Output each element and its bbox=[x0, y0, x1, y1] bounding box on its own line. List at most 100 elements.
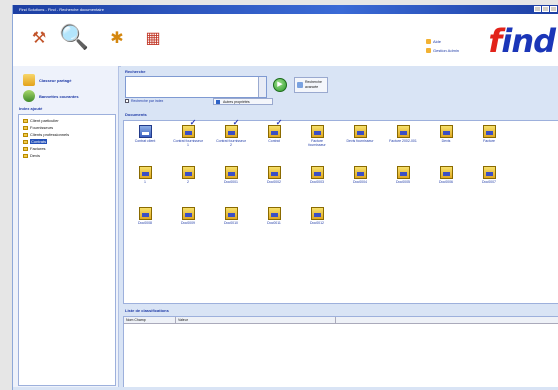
index-search-checkbox[interactable]: Recherche par index bbox=[125, 99, 163, 103]
document-item[interactable]: Contrat fournisseur 1 bbox=[173, 121, 203, 147]
document-item[interactable]: Doc0005 bbox=[388, 166, 418, 184]
toolbar: ⚒ 🔍 ✱ ▦ Aide Gestion Admin find bbox=[13, 14, 558, 67]
puzzle-icon[interactable]: ✱ bbox=[107, 28, 127, 48]
app-window: Find Solutions - Find - Recherche docume… bbox=[12, 5, 558, 390]
document-item[interactable]: 2 bbox=[173, 166, 203, 184]
shared-folder-link[interactable]: Classeur partagé bbox=[23, 74, 71, 86]
document-label: Doc0005 bbox=[395, 180, 410, 184]
document-icon bbox=[181, 166, 195, 179]
document-label: Facture fournisseur bbox=[308, 139, 326, 147]
document-item[interactable]: 1 bbox=[130, 166, 160, 184]
document-label: Facture bbox=[483, 139, 495, 143]
help-link[interactable]: Aide bbox=[426, 37, 459, 46]
maximize-button[interactable] bbox=[542, 6, 549, 12]
search-icon[interactable]: 🔍 bbox=[59, 22, 89, 52]
help-icon bbox=[426, 39, 431, 44]
document-icon bbox=[310, 125, 324, 138]
tree-item[interactable]: Factures bbox=[23, 146, 46, 151]
classification-label: Liste de classifications bbox=[125, 308, 169, 313]
document-icon bbox=[353, 125, 367, 138]
sidebar: Classeur partagé Bannettes courantes Ind… bbox=[13, 66, 119, 387]
checkbox-box[interactable] bbox=[125, 99, 129, 103]
document-icon bbox=[181, 121, 197, 138]
minimize-button[interactable] bbox=[534, 6, 541, 12]
document-label: Devis bbox=[441, 139, 451, 143]
search-scrollbar[interactable] bbox=[258, 77, 266, 97]
document-icon bbox=[310, 166, 324, 179]
document-icon bbox=[310, 207, 324, 220]
tree-item[interactable]: Clients professionnels bbox=[23, 132, 69, 137]
window-title: Find Solutions - Find - Recherche docume… bbox=[19, 7, 104, 12]
properties-button[interactable]: Autres propriétés bbox=[213, 98, 273, 105]
table-header: Nom Champ Valeur bbox=[124, 317, 558, 324]
document-label: Doc0003 bbox=[309, 180, 324, 184]
document-item[interactable]: Devis bbox=[431, 125, 461, 143]
search-go-button[interactable]: ▶ bbox=[273, 78, 287, 92]
document-item[interactable]: Doc0010 bbox=[216, 207, 246, 225]
document-label: Doc0001 bbox=[223, 180, 238, 184]
document-label: Facture 2002-001 bbox=[389, 139, 417, 143]
tree-item[interactable]: Client particulier bbox=[23, 118, 59, 123]
document-label: Doc0002 bbox=[266, 180, 281, 184]
main-panel: Recherche ▶ Recherche avancée Recherche … bbox=[121, 66, 558, 389]
advanced-search-button[interactable]: Recherche avancée bbox=[294, 77, 328, 93]
document-label: Doc0004 bbox=[352, 180, 367, 184]
document-item[interactable]: Doc0011 bbox=[259, 207, 289, 225]
close-button[interactable] bbox=[550, 6, 557, 12]
document-label: Contrat fournisseur 1 bbox=[173, 139, 203, 147]
document-icon bbox=[267, 207, 281, 220]
document-item[interactable]: Contrat fournisseur 2 bbox=[216, 121, 246, 147]
classification-table: Nom Champ Valeur bbox=[123, 316, 558, 389]
document-item[interactable]: Doc0006 bbox=[431, 166, 461, 184]
folder-tree[interactable]: Client particulier Fournisseurs Clients pr… bbox=[18, 114, 116, 386]
header-links: Aide Gestion Admin bbox=[426, 37, 459, 55]
document-icon bbox=[439, 125, 453, 138]
document-icon bbox=[267, 121, 283, 138]
document-item[interactable]: Doc0003 bbox=[302, 166, 332, 184]
document-item[interactable]: Doc0008 bbox=[130, 207, 160, 225]
tree-item[interactable]: Devis bbox=[23, 153, 40, 158]
document-icon bbox=[482, 125, 496, 138]
document-item[interactable]: Facture bbox=[474, 125, 504, 143]
search-input[interactable] bbox=[125, 76, 267, 98]
tree-item[interactable]: Contrats bbox=[23, 139, 48, 144]
document-item[interactable]: Contrat bbox=[259, 121, 289, 143]
document-label: Doc0012 bbox=[309, 221, 324, 225]
document-label: Doc0011 bbox=[267, 221, 281, 225]
document-label: Contrat fournisseur 2 bbox=[216, 139, 246, 147]
document-label: Doc0006 bbox=[438, 180, 453, 184]
admin-link[interactable]: Gestion Admin bbox=[426, 46, 459, 55]
document-icon bbox=[267, 166, 281, 179]
tools-icon[interactable]: ⚒ bbox=[29, 28, 49, 48]
document-item[interactable]: Doc0004 bbox=[345, 166, 375, 184]
document-item[interactable]: Doc0012 bbox=[302, 207, 332, 225]
document-item[interactable]: Devis fournisseur bbox=[345, 125, 375, 143]
tree-item-label: Contrats bbox=[30, 139, 48, 144]
document-label: Doc0009 bbox=[180, 221, 195, 225]
column-header[interactable]: Nom Champ bbox=[124, 317, 176, 323]
document-item[interactable]: Doc0007 bbox=[474, 166, 504, 184]
folder-icon bbox=[23, 118, 28, 123]
column-header[interactable] bbox=[336, 317, 558, 323]
search-label: Recherche bbox=[125, 69, 146, 74]
window-controls bbox=[534, 6, 557, 12]
document-item[interactable]: Doc0009 bbox=[173, 207, 203, 225]
folder-icon bbox=[23, 125, 28, 130]
document-item[interactable]: Contrat client bbox=[130, 125, 160, 143]
tree-item-label: Devis bbox=[30, 153, 41, 158]
folder-icon bbox=[23, 146, 28, 151]
calendar-icon[interactable]: ▦ bbox=[143, 28, 163, 48]
document-item[interactable]: Facture 2002-001 bbox=[388, 125, 418, 143]
tree-item[interactable]: Fournisseurs bbox=[23, 125, 53, 130]
tree-item-label: Fournisseurs bbox=[30, 125, 54, 130]
baskets-link[interactable]: Bannettes courantes bbox=[23, 90, 79, 102]
folder-icon bbox=[23, 74, 35, 86]
document-item[interactable]: Facture fournisseur bbox=[302, 125, 332, 147]
document-label: Devis fournisseur bbox=[346, 139, 374, 143]
document-icon bbox=[396, 166, 410, 179]
document-item[interactable]: Doc0002 bbox=[259, 166, 289, 184]
tree-title: Index ajouté bbox=[19, 106, 43, 111]
document-item[interactable]: Doc0001 bbox=[216, 166, 246, 184]
column-header[interactable]: Valeur bbox=[176, 317, 336, 323]
document-icon bbox=[353, 166, 367, 179]
